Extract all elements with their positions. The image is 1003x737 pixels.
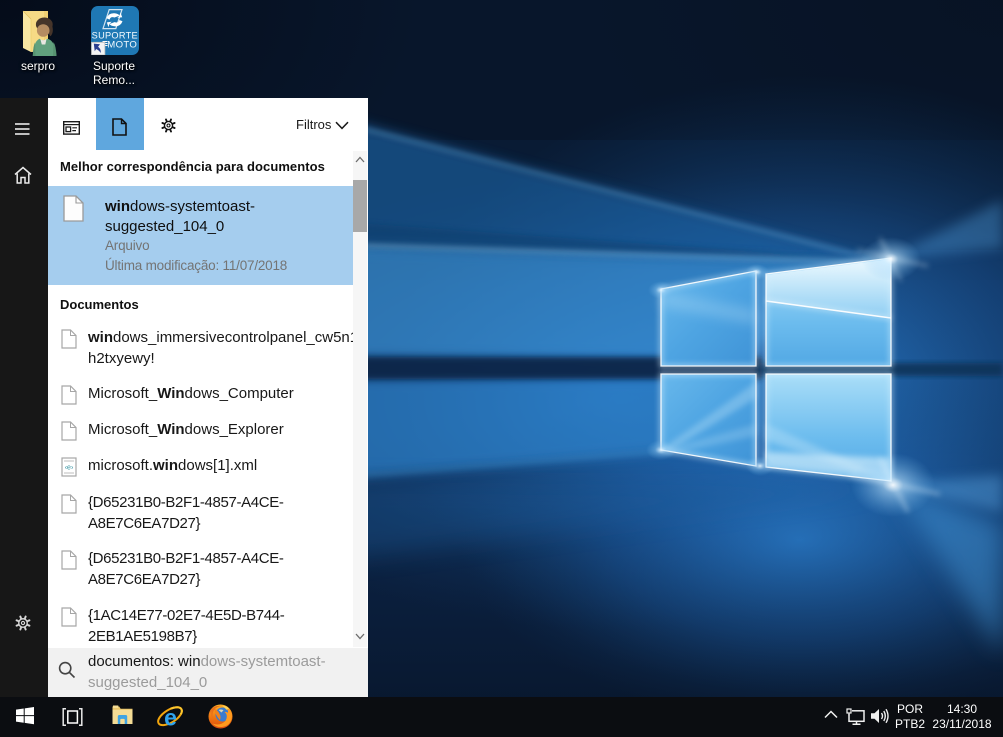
svg-text:MOTO: MOTO (107, 40, 137, 51)
svg-text:‹e›: ‹e› (65, 465, 74, 472)
